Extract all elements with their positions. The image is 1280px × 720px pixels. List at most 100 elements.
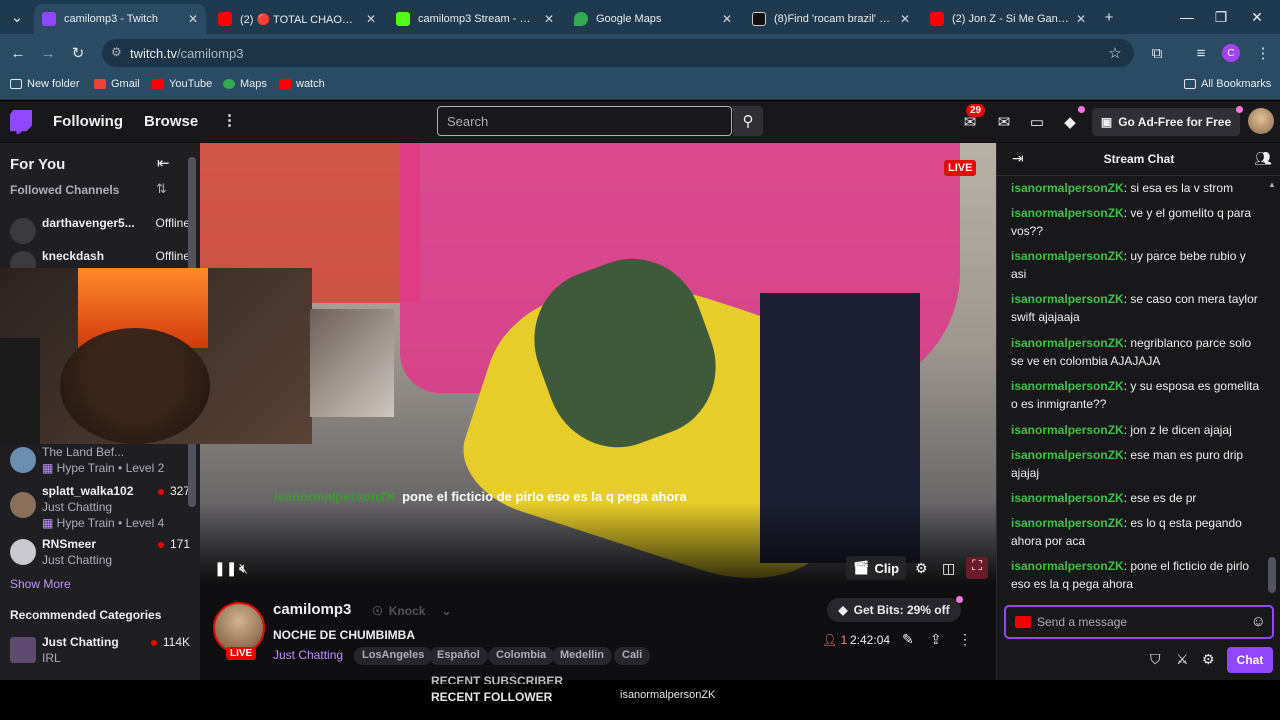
close-tab-icon[interactable]: ✕ xyxy=(544,12,554,26)
search-icon[interactable]: ⚲ xyxy=(733,106,763,136)
fullscreen-icon[interactable]: ⛶ xyxy=(966,557,988,579)
channel-name: splatt_walka102 xyxy=(42,484,134,498)
nav-following[interactable]: Following xyxy=(53,113,123,130)
folder-icon xyxy=(10,79,22,89)
mute-icon[interactable]: 🔇︎ xyxy=(239,560,248,577)
stream-tag[interactable]: Medellin xyxy=(552,647,613,665)
all-bookmarks[interactable]: All Bookmarks xyxy=(1184,78,1271,90)
edit-pencil-icon[interactable]: ✎ xyxy=(902,631,914,648)
whispers-icon[interactable]: ▭ xyxy=(1026,111,1048,133)
collapse-sidebar-icon[interactable]: ⇤ xyxy=(157,154,170,172)
bits-icon: ◆ xyxy=(838,603,848,617)
bookmark-new-folder[interactable]: New folder xyxy=(10,78,80,90)
tab-tiktok[interactable]: (8)Find 'rocam brazil' on Ti ✕ xyxy=(744,4,918,34)
search-input[interactable]: Search xyxy=(437,106,732,136)
bookmarks-bar: New folder Gmail YouTube Maps watch All … xyxy=(0,72,1280,100)
camera-icon[interactable] xyxy=(1015,616,1031,628)
user-avatar[interactable] xyxy=(1248,108,1274,134)
tab-twitch[interactable]: camilomp3 - Twitch ✕ xyxy=(34,4,206,34)
inbox-icon[interactable]: ✉ xyxy=(993,111,1015,133)
more-options-icon[interactable]: ⋮ xyxy=(958,631,972,648)
back-icon[interactable]: ← xyxy=(7,42,29,64)
media-controls-icon[interactable]: ≡ xyxy=(1190,42,1212,64)
twitch-logo-icon[interactable] xyxy=(10,110,32,134)
stream-tag[interactable]: Colombia xyxy=(488,647,555,665)
tab-youtube-2[interactable]: (2) Jon Z - Si Me Gano Un ✕ xyxy=(922,4,1094,34)
hype-train-label: ▦ Hype Train • Level 4 xyxy=(42,516,165,530)
stream-tag[interactable]: LosAngeles xyxy=(354,647,433,665)
forward-icon[interactable]: → xyxy=(37,42,59,64)
sidebar-channel[interactable]: darthavenger5... Offline xyxy=(10,216,190,250)
tab-youtube-1[interactable]: (2) 🔴 TOTAL CHAOS! Fam ✕ xyxy=(210,4,384,34)
bookmark-watch[interactable]: watch xyxy=(279,78,325,90)
bookmark-gmail[interactable]: Gmail xyxy=(94,78,140,90)
sort-icon[interactable]: ⇅ xyxy=(156,181,167,197)
emoji-icon[interactable]: ☺ xyxy=(1251,613,1266,630)
extensions-icon[interactable]: ⧉ xyxy=(1146,42,1168,64)
get-bits-button[interactable]: ◆ Get Bits: 29% off xyxy=(827,598,961,622)
url-bar[interactable]: ⚙ twitch.tv/camilomp3 xyxy=(102,39,1134,67)
mod-sword-icon[interactable]: ⚔ xyxy=(1176,651,1189,668)
stream-category-link[interactable]: Just Chatting xyxy=(273,648,343,662)
new-tab-icon[interactable]: + xyxy=(1098,6,1120,28)
scroll-up-icon[interactable]: ▲ xyxy=(1268,180,1276,189)
sidebar-channel[interactable]: The Land Bef... ▦ Hype Train • Level 2 xyxy=(10,445,190,479)
pause-icon[interactable]: ❚❚ xyxy=(214,560,237,577)
chevron-down-icon: ⌄ xyxy=(441,604,452,618)
stream-tag[interactable]: Español xyxy=(429,647,488,665)
sidebar-channel[interactable]: splatt_walka102 Just Chatting ▦ Hype Tra… xyxy=(10,484,190,532)
more-options-icon[interactable]: ⋮ xyxy=(222,111,237,129)
show-more-link[interactable]: Show More xyxy=(10,577,71,591)
bookmark-maps[interactable]: Maps xyxy=(223,78,267,90)
channel-name[interactable]: camilomp3 xyxy=(273,601,351,618)
sidebar-category[interactable]: Just Chatting IRL 114K xyxy=(10,635,190,669)
hype-train-label: ▦ Hype Train • Level 2 xyxy=(42,461,165,475)
close-tab-icon[interactable]: ✕ xyxy=(1076,12,1086,26)
channel-name: darthavenger5... xyxy=(42,216,135,230)
get-bits-label: Get Bits: 29% off xyxy=(853,603,950,617)
channel-name: The Land Bef... xyxy=(42,445,125,459)
chat-message: isanormalpersonZK: y su esposa es gomeli… xyxy=(1011,379,1260,411)
profile-avatar[interactable]: C xyxy=(1222,44,1240,62)
ad-free-label: Go Ad-Free for Free xyxy=(1118,115,1232,129)
sidebar-channel[interactable]: RNSmeer Just Chatting 171 xyxy=(10,537,190,571)
clip-button[interactable]: 🎬︎ Clip xyxy=(846,556,906,580)
close-window-icon[interactable]: ✕ xyxy=(1234,0,1280,34)
viewer-count: 114K xyxy=(150,635,190,649)
channel-name: kneckdash xyxy=(42,249,105,263)
bookmark-star-icon[interactable]: ☆ xyxy=(1104,42,1126,64)
chat-scrollbar[interactable] xyxy=(1268,557,1276,593)
tab-kick[interactable]: camilomp3 Stream - Watc ✕ xyxy=(388,4,562,34)
chat-send-button[interactable]: Chat xyxy=(1227,647,1273,673)
bits-icon[interactable]: ◆ xyxy=(1059,111,1081,133)
close-tab-icon[interactable]: ✕ xyxy=(188,12,198,26)
close-tab-icon[interactable]: ✕ xyxy=(900,12,910,26)
knock-button[interactable]: ☉ Knock ⌄ xyxy=(366,600,462,622)
browser-menu-icon[interactable]: ⋮ xyxy=(1252,42,1274,64)
bookmark-label: All Bookmarks xyxy=(1201,78,1272,90)
reload-icon[interactable]: ↻ xyxy=(67,42,89,64)
close-tab-icon[interactable]: ✕ xyxy=(722,12,732,26)
bookmark-youtube[interactable]: YouTube xyxy=(152,78,212,90)
go-ad-free-button[interactable]: ▣ Go Ad-Free for Free xyxy=(1092,108,1240,136)
share-icon[interactable]: ⇪ xyxy=(930,631,942,648)
site-info-icon[interactable]: ⚙ xyxy=(111,45,122,59)
recent-follower-name: isanormalpersonZK xyxy=(620,689,716,701)
nav-browse[interactable]: Browse xyxy=(144,113,198,130)
ad-free-icon: ▣ xyxy=(1100,115,1113,129)
community-icon[interactable]: 👥︎ xyxy=(1254,150,1272,167)
recent-subscriber-label: RECENT SUBSCRIBER xyxy=(431,674,564,684)
for-you-heading: For You xyxy=(10,156,66,173)
close-tab-icon[interactable]: ✕ xyxy=(366,12,376,26)
tab-search-chevron-icon[interactable]: ⌄ xyxy=(6,6,28,28)
theatre-mode-icon[interactable]: ◫ xyxy=(942,560,955,577)
stream-tag[interactable]: Cali xyxy=(614,647,651,665)
tab-label: (2) 🔴 TOTAL CHAOS! Fam xyxy=(240,13,360,26)
chat-input[interactable]: Send a message ☺ xyxy=(1004,605,1274,639)
tab-google-maps[interactable]: Google Maps ✕ xyxy=(566,4,740,34)
stream-overlay-bottom: RECENT SUBSCRIBER RECENT FOLLOWER isanor… xyxy=(0,674,1280,720)
viewer-count: 👤︎ 1 xyxy=(822,633,848,647)
settings-gear-icon[interactable]: ⚙ xyxy=(915,560,928,577)
shield-icon[interactable]: ⛉ xyxy=(1150,651,1161,668)
chat-settings-icon[interactable]: ⚙ xyxy=(1202,651,1215,668)
